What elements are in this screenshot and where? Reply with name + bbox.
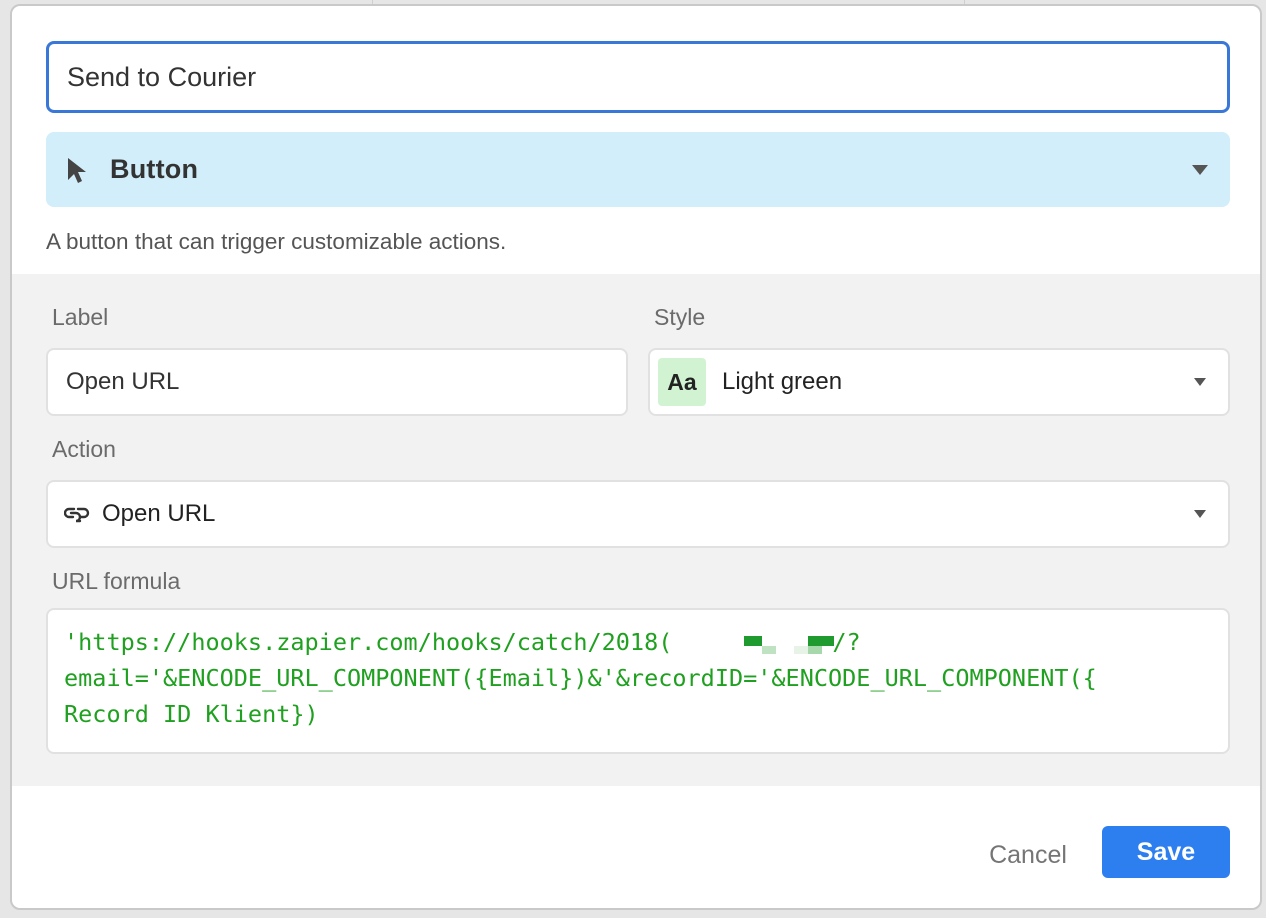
style-select[interactable]: Aa Light green (648, 348, 1230, 416)
save-button[interactable]: Save (1102, 826, 1230, 878)
chevron-down-icon (1194, 378, 1206, 386)
field-type-select[interactable]: Button (46, 132, 1230, 207)
field-type-description: A button that can trigger customizable a… (46, 229, 507, 254)
action-field-title: Action (52, 436, 116, 462)
field-name-input[interactable] (46, 41, 1230, 113)
formula-line-1-start: 'https://hooks.zapier.com/hooks/catch/20… (64, 628, 673, 656)
style-field-title: Style (654, 304, 706, 330)
field-config-dialog: Button A button that can trigger customi… (10, 4, 1262, 910)
formula-line-2: email='&ENCODE_URL_COMPONENT({Email})&'&… (64, 664, 1097, 692)
cancel-button[interactable]: Cancel (980, 831, 1076, 879)
url-formula-editor[interactable]: 'https://hooks.zapier.com/hooks/catch/20… (46, 608, 1230, 754)
redacted-block (672, 624, 835, 654)
label-field-title: Label (52, 304, 109, 330)
url-formula-title: URL formula (52, 568, 181, 594)
formula-line-3: Record ID Klient}) (64, 700, 319, 728)
button-label-input[interactable]: Open URL (46, 348, 628, 416)
link-icon (64, 504, 90, 524)
formula-line-1-end: /? (832, 628, 861, 656)
chevron-down-icon (1192, 164, 1208, 175)
style-select-value: Light green (722, 368, 843, 395)
action-select[interactable]: Open URL (46, 480, 1230, 548)
chevron-down-icon (1194, 510, 1206, 518)
cursor-arrow-icon (66, 156, 88, 184)
style-color-swatch: Aa (658, 358, 706, 406)
button-config-panel: Label Open URL Style Aa Light green Acti… (12, 274, 1260, 786)
field-type-label: Button (110, 154, 199, 184)
action-select-value: Open URL (102, 500, 216, 527)
